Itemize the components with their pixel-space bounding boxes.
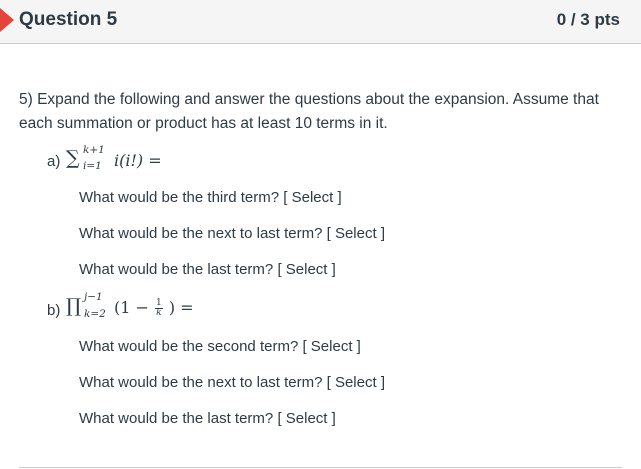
product-expression-open: (1 − bbox=[114, 298, 149, 317]
question-points: 0 / 3 pts bbox=[556, 10, 620, 29]
summation-expression: i(i!) = bbox=[114, 151, 162, 170]
product-expression: (1 − 1k ) = bbox=[114, 298, 194, 318]
question-text: What would be the third term? bbox=[79, 189, 284, 206]
part-b-question-3: What would be the last term? [ Select ] bbox=[79, 410, 336, 427]
part-b-question-2: What would be the next to last term? [ S… bbox=[79, 374, 385, 391]
part-a-label: a) bbox=[47, 153, 61, 170]
part-b-question-1: What would be the second term? [ Select … bbox=[79, 338, 361, 355]
fraction-denominator: k bbox=[156, 308, 162, 318]
product-symbol: ∏ bbox=[66, 295, 82, 317]
question-title: Question 5 bbox=[19, 9, 118, 30]
answer-dropdown[interactable]: [ Select ] bbox=[283, 189, 341, 206]
question-text: What would be the last term? bbox=[79, 261, 278, 278]
question-text: What would be the next to last term? bbox=[79, 225, 327, 242]
summation-upper-limit: k+1 bbox=[83, 144, 105, 156]
answer-dropdown[interactable]: [ Select ] bbox=[327, 225, 385, 242]
question-header: Question 5 0 / 3 pts bbox=[0, 0, 641, 44]
summation-lower-limit: i=1 bbox=[83, 160, 102, 172]
part-a-question-1: What would be the third term? [ Select ] bbox=[79, 189, 342, 206]
flag-icon bbox=[0, 8, 14, 32]
answer-dropdown[interactable]: [ Select ] bbox=[277, 261, 335, 278]
answer-dropdown[interactable]: [ Select ] bbox=[277, 410, 335, 427]
part-b-label: b) bbox=[47, 302, 61, 319]
part-a-question-3: What would be the last term? [ Select ] bbox=[79, 261, 336, 278]
answer-dropdown[interactable]: [ Select ] bbox=[327, 374, 385, 391]
question-text: What would be the next to last term? bbox=[79, 374, 327, 391]
part-a-question-2: What would be the next to last term? [ S… bbox=[79, 225, 385, 242]
fraction: 1k bbox=[155, 299, 163, 318]
question-prompt: 5) Expand the following and answer the q… bbox=[19, 91, 599, 132]
product-upper-limit: j−1 bbox=[84, 291, 103, 303]
product-expression-close: ) = bbox=[168, 298, 194, 317]
bottom-divider bbox=[19, 467, 622, 468]
answer-dropdown[interactable]: [ Select ] bbox=[302, 338, 360, 355]
product-lower-limit: k=2 bbox=[84, 308, 106, 320]
summation-symbol: ∑ bbox=[66, 147, 80, 169]
question-text: What would be the second term? bbox=[79, 338, 303, 355]
question-text: What would be the last term? bbox=[79, 410, 278, 427]
